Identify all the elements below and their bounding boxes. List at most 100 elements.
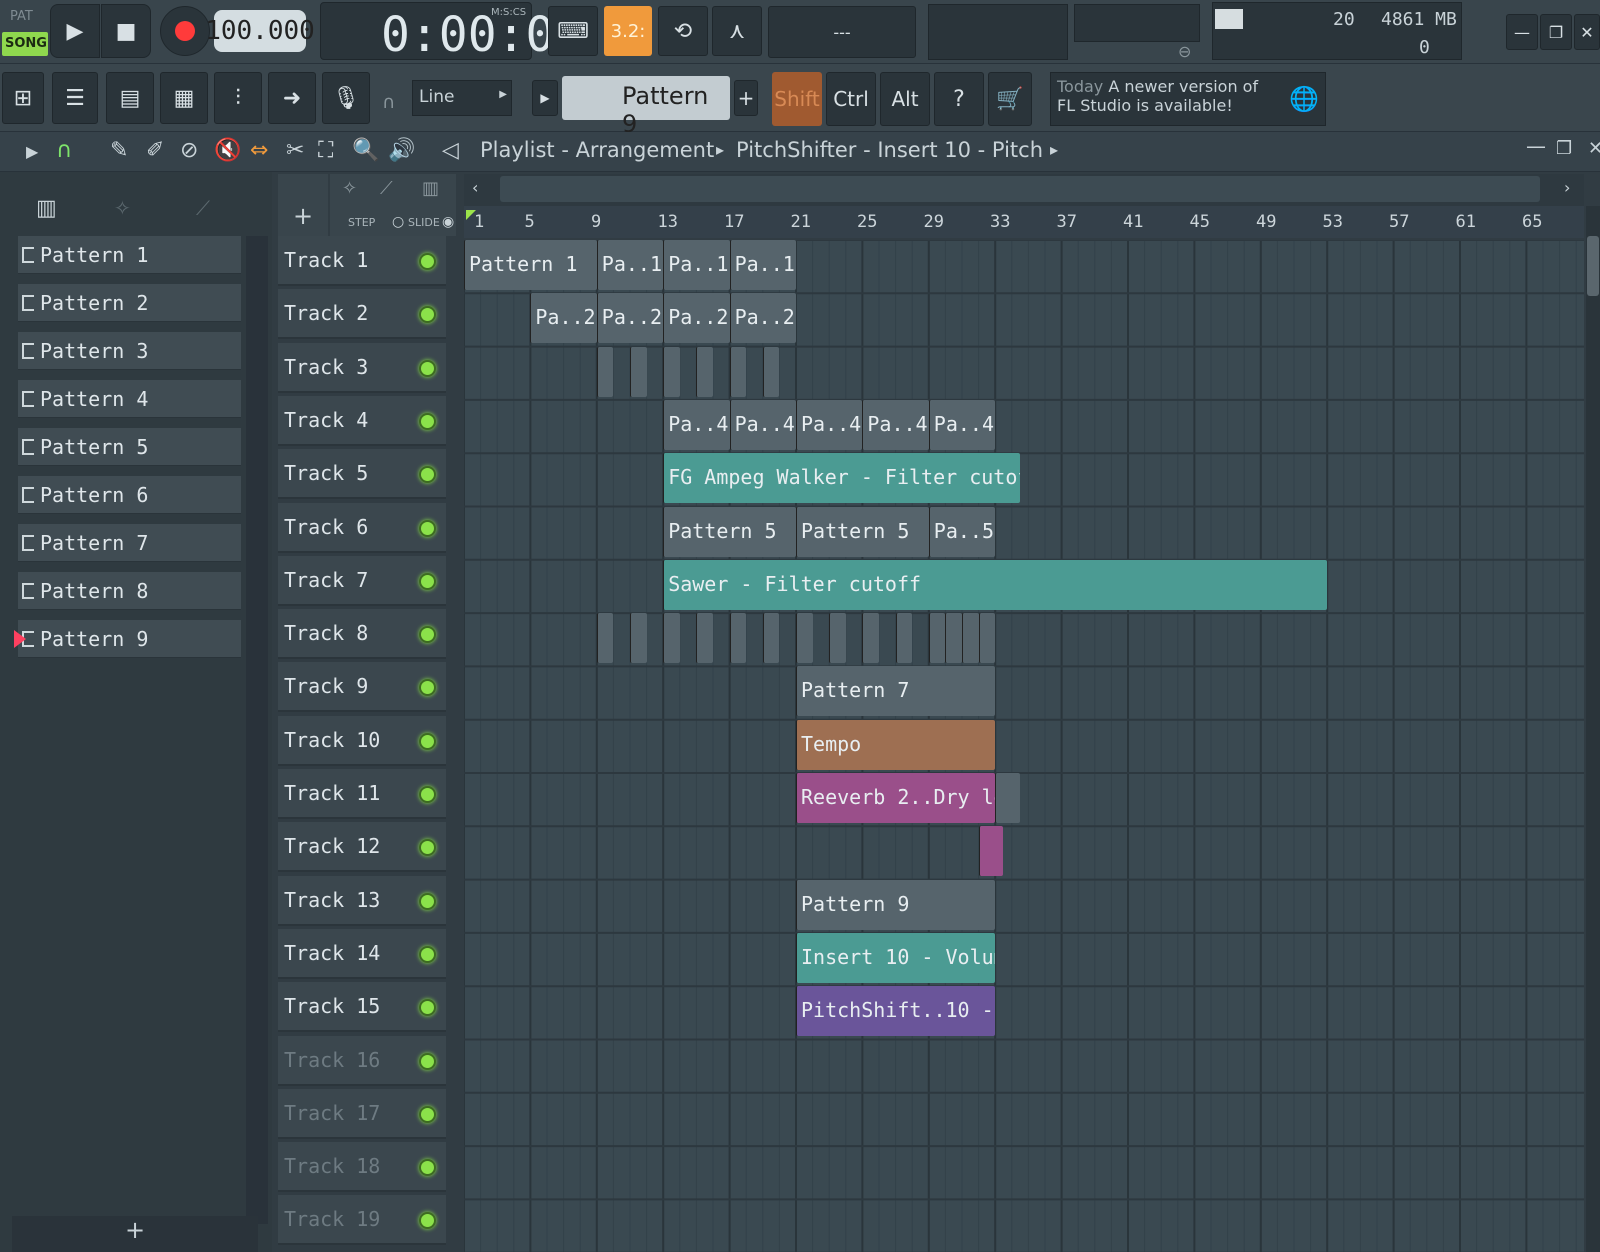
clip[interactable]: Pa..4 — [796, 399, 863, 450]
track-header[interactable]: Track 17 — [278, 1088, 446, 1139]
track-header[interactable]: Track 5 — [278, 449, 446, 500]
clip[interactable]: Pattern 7 — [796, 666, 996, 717]
track-mute-led[interactable] — [419, 1212, 436, 1230]
track-header[interactable]: Track 15 — [278, 982, 446, 1033]
track-mute-led[interactable] — [419, 999, 436, 1017]
track-mute-led[interactable] — [419, 466, 436, 484]
ctrl-button[interactable]: Ctrl — [826, 72, 876, 126]
clip-small[interactable] — [962, 613, 979, 664]
clip-small[interactable] — [978, 613, 996, 664]
clip[interactable]: Sawer - Filter cutoff — [663, 559, 1328, 610]
track-header[interactable]: Track 1 — [278, 236, 446, 286]
pattern-scrollbar[interactable] — [246, 236, 268, 1224]
slide-toggle-icon[interactable]: ◉ — [442, 214, 454, 230]
play-icon[interactable]: ▶ — [26, 142, 38, 161]
minimize-icon[interactable]: — — [1526, 134, 1546, 158]
snap-mode-select[interactable]: Line ▶ — [412, 80, 512, 116]
clip-pattern-icon[interactable]: ▥ — [422, 178, 439, 199]
slip-icon[interactable]: ⇔ — [250, 138, 268, 163]
track-header[interactable]: Track 4 — [278, 395, 446, 446]
audio-view-icon[interactable]: ✧ — [114, 196, 131, 220]
tempo-display[interactable]: 100.000 — [205, 10, 315, 52]
track-mute-led[interactable] — [419, 1105, 436, 1123]
track-mute-led[interactable] — [419, 1159, 436, 1177]
overview-thumb[interactable] — [500, 176, 1540, 202]
clip-small[interactable] — [696, 346, 713, 397]
track-header[interactable]: Track 10 — [278, 715, 446, 766]
breadcrumb-playlist[interactable]: Playlist - Arrangement — [480, 138, 714, 162]
paint-icon[interactable]: ✐ — [146, 138, 164, 163]
chevron-right-icon[interactable]: › — [1564, 178, 1570, 197]
clip-small[interactable] — [928, 613, 946, 664]
track-mute-led[interactable] — [419, 253, 436, 270]
news-panel[interactable]: Today A newer version of FL Studio is av… — [1050, 72, 1326, 126]
breadcrumb-target[interactable]: PitchShifter - Insert 10 - Pitch — [736, 138, 1043, 162]
track-mute-led[interactable] — [419, 892, 436, 910]
shift-button[interactable]: Shift — [772, 72, 822, 126]
headphones-icon[interactable]: ∩ — [382, 92, 395, 113]
clip[interactable]: Pa..1 — [729, 240, 796, 290]
pattern-item[interactable]: Pattern 7 — [18, 524, 241, 562]
track-header[interactable]: Track 3 — [278, 342, 446, 393]
pattern-item[interactable]: Pattern 1 — [18, 236, 241, 274]
track-mute-led[interactable] — [419, 732, 436, 750]
piano-roll-button[interactable]: ▤ — [106, 72, 154, 124]
clip[interactable]: Pa..2 — [729, 293, 796, 344]
link-icon[interactable]: ⊖ — [1178, 42, 1191, 61]
select-icon[interactable]: ⛶ — [318, 138, 333, 163]
track-mute-led[interactable] — [419, 786, 436, 803]
track-header[interactable]: Track 14 — [278, 928, 446, 979]
pattern-item[interactable]: Pattern 3 — [18, 332, 241, 370]
snap-button[interactable]: 3.2: — [604, 6, 652, 56]
clip-small[interactable] — [663, 346, 680, 397]
song-mode-button[interactable]: SONG — [2, 32, 48, 56]
master-volume[interactable] — [1074, 4, 1200, 42]
clip-small[interactable] — [729, 613, 747, 664]
clip[interactable]: Pa..1 — [663, 240, 730, 290]
clip[interactable]: Pa..2 — [596, 293, 664, 344]
mute-icon[interactable]: 🔇 — [214, 138, 241, 163]
clip-audio-icon[interactable]: ✧ — [342, 178, 357, 199]
clip-small[interactable] — [762, 613, 780, 664]
track-mute-led[interactable] — [419, 519, 436, 537]
chevron-left-icon[interactable]: ‹ — [472, 178, 478, 197]
clip-small[interactable] — [729, 346, 747, 397]
alt-button[interactable]: Alt — [880, 72, 930, 126]
track-mute-led[interactable] — [419, 679, 436, 697]
metronome-button[interactable]: ⋏ — [712, 6, 762, 56]
clip[interactable]: Pa..4 — [862, 399, 929, 450]
clip-small[interactable] — [978, 826, 1004, 877]
vertical-scroll-thumb[interactable] — [1587, 236, 1599, 296]
track-header[interactable]: Track 16 — [278, 1035, 446, 1086]
playlist-button[interactable]: ☰ — [52, 72, 98, 124]
add-pattern-button[interactable]: + — [734, 80, 758, 116]
track-header[interactable]: Track 18 — [278, 1142, 446, 1193]
pattern-item[interactable]: Pattern 4 — [18, 380, 241, 418]
clip[interactable]: Pa..4 — [663, 399, 730, 450]
zoom-icon[interactable]: 🔍 — [352, 138, 379, 163]
pattern-selector[interactable]: Pattern 9 — [562, 76, 730, 138]
track-header[interactable]: Track 2 — [278, 289, 446, 340]
track-mute-led[interactable] — [419, 572, 436, 590]
pattern-item[interactable]: Pattern 8 — [18, 572, 241, 610]
pattern-prev-button[interactable]: ▶ — [532, 80, 558, 116]
typing-keyboard-button[interactable]: ⌨ — [548, 6, 598, 56]
clip-automation-icon[interactable]: ⟋ — [380, 178, 393, 199]
record-button[interactable] — [160, 6, 210, 56]
track-mute-led[interactable] — [419, 626, 436, 644]
restore-button[interactable]: ❐ — [1540, 14, 1572, 50]
track-mute-led[interactable] — [419, 945, 436, 963]
playback-icon[interactable]: 🔊 — [388, 138, 415, 163]
clip[interactable]: Pa..2 — [530, 293, 597, 344]
vertical-scrollbar[interactable] — [1586, 206, 1600, 1252]
clip-small[interactable] — [945, 613, 962, 664]
playlist-grid[interactable]: Pattern 1 Pa..1 Pa..1 Pa..1 Pa..2 Pa..2 Pa..2 P… — [464, 240, 1584, 1252]
clip[interactable]: Pa..5 — [928, 506, 996, 557]
delete-icon[interactable]: ⊘ — [180, 138, 198, 163]
clip[interactable]: Pattern 5 — [663, 506, 796, 557]
clip-small[interactable] — [829, 613, 846, 664]
clip[interactable]: Pa..4 — [928, 399, 996, 450]
clip-small[interactable] — [995, 773, 1021, 823]
clip[interactable]: Pa..1 — [596, 240, 664, 290]
track-header[interactable]: Track 8 — [278, 609, 446, 660]
